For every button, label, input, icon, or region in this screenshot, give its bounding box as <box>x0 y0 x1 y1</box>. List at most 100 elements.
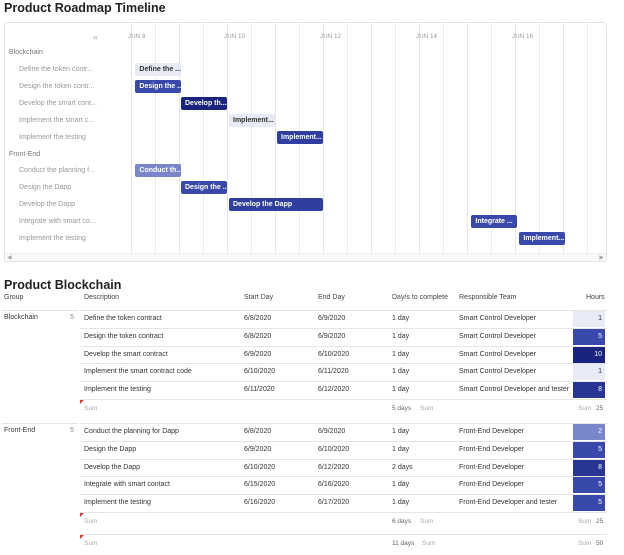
cell-team: Front-End Developer <box>459 463 524 471</box>
cell-description: Implement the testing <box>84 499 151 507</box>
timeline-row-labels: « Blockchain Define the token contr... Des… <box>5 23 131 261</box>
cell-description: Design the Dapp <box>84 445 137 453</box>
timeline-row-label[interactable]: Design the Dapp <box>19 183 123 193</box>
table-row[interactable]: Conduct the planning for Dapp 6/8/2020 6/9… <box>80 423 607 440</box>
grid-line <box>443 23 444 253</box>
cell-start-day: 6/8/2020 <box>244 315 272 322</box>
sum-hours: 25 <box>596 518 604 525</box>
table-row[interactable]: Integrate with smart contact 6/15/2020 6/1… <box>80 476 607 494</box>
timeline-group-label[interactable]: Blockchain <box>9 48 127 58</box>
timeline-row-label[interactable]: Define the token contr... <box>19 65 123 75</box>
table-title: Product Blockchain <box>4 278 122 292</box>
grid-line <box>539 23 540 253</box>
sum-flag-icon <box>80 535 84 539</box>
scroll-right-icon[interactable]: ▶ <box>599 254 604 261</box>
timeline-row-label[interactable]: Conduct the planning f... <box>19 166 123 176</box>
grid-line <box>395 23 396 253</box>
horizontal-scrollbar[interactable]: ◀ ▶ <box>5 253 606 261</box>
timeline-bar[interactable]: Implement... <box>229 113 275 127</box>
cell-team: Smart Control Developer <box>459 315 537 322</box>
timeline-row-label[interactable]: Implement the testing <box>19 234 123 244</box>
timeline-panel: « Blockchain Define the token contr... Des… <box>4 22 607 262</box>
timeline-row-label[interactable]: Integrate with smart co... <box>19 217 123 227</box>
table-row[interactable]: Design the token contract 6/8/2020 6/9/202… <box>80 327 607 345</box>
timeline-bar[interactable]: Integrate ... <box>471 215 517 228</box>
table-row[interactable]: Develop the Dapp 6/10/2020 6/12/2020 2 days… <box>80 458 607 476</box>
cell-description: Develop the smart contract <box>84 350 168 358</box>
cell-start-day: 6/8/2020 <box>244 428 272 435</box>
cell-hours: 5 <box>573 441 605 458</box>
grid-line <box>419 23 420 253</box>
table-row[interactable]: Define the token contract 6/8/2020 6/9/202… <box>80 310 607 327</box>
header-team[interactable]: Responsible Team <box>459 294 516 301</box>
cell-days: 1 day <box>392 386 410 394</box>
cell-start-day: 6/9/2020 <box>244 350 272 358</box>
timeline-bar[interactable]: Implement... <box>519 232 565 245</box>
cell-hours: 1 <box>573 311 605 327</box>
cell-hours: 5 <box>573 328 605 345</box>
table-row[interactable]: Implement the testing 6/16/2020 6/17/2020 1… <box>80 494 607 512</box>
cell-hours: 5 <box>573 495 605 512</box>
timeline-bar[interactable]: Design the ... <box>181 181 227 194</box>
collapse-icon[interactable]: « <box>93 32 98 42</box>
grid-line <box>563 23 564 253</box>
grid-line <box>227 23 228 253</box>
cell-start-day: 6/9/2020 <box>244 445 272 453</box>
timeline-row-label[interactable]: Implement the smart c... <box>19 116 123 126</box>
header-days[interactable]: Day/s to complete <box>392 294 448 301</box>
sum-label: Sum <box>578 518 592 525</box>
timeline-bar[interactable]: Implement... <box>277 130 323 144</box>
cell-days: 1 day <box>392 315 410 322</box>
cell-end-day: 6/10/2020 <box>318 445 350 453</box>
grid-line <box>347 23 348 253</box>
cell-team: Smart Control Developer and tester <box>459 386 570 394</box>
header-end-day[interactable]: End Day <box>318 294 345 301</box>
sum-label: Sum <box>420 518 434 525</box>
table-row[interactable]: Implement the smart contract code 6/10/20… <box>80 363 607 381</box>
header-group[interactable]: Group <box>4 294 23 301</box>
timeline-group-label[interactable]: Front-End <box>9 150 127 160</box>
sum-flag-icon <box>80 513 84 517</box>
timeline-bar[interactable]: Define the ... <box>135 62 181 76</box>
cell-hours: 8 <box>573 459 605 476</box>
cell-start-day: 6/8/2020 <box>244 332 272 340</box>
cell-end-day: 6/10/2020 <box>318 350 350 358</box>
cell-end-day: 6/12/2020 <box>318 463 350 471</box>
timeline-row-label[interactable]: Implement the testing <box>19 133 123 143</box>
header-hours[interactable]: Hours <box>586 294 605 301</box>
table-row[interactable]: Implement the testing 6/11/2020 6/12/2020 1… <box>80 381 607 399</box>
cell-team: Front-End Developer and tester <box>459 499 558 507</box>
timeline-row-label[interactable]: Develop the Dapp <box>19 200 123 210</box>
header-start-day[interactable]: Start Day <box>244 294 273 301</box>
table-row[interactable]: Develop the smart contract 6/9/2020 6/10/2… <box>80 345 607 363</box>
cell-end-day: 6/11/2020 <box>318 368 349 376</box>
date-label: JUN 10 <box>224 34 246 40</box>
sum-label: Sum <box>84 518 98 525</box>
grid-line <box>587 23 588 253</box>
timeline-row-label[interactable]: Design the token contr... <box>19 82 123 92</box>
cell-description: Develop the Dapp <box>84 463 141 471</box>
timeline-bar[interactable]: Develop the Dapp <box>229 198 323 211</box>
scroll-left-icon[interactable]: ◀ <box>7 254 12 261</box>
cell-hours: 8 <box>573 382 605 399</box>
cell-end-day: 6/16/2020 <box>318 481 350 489</box>
sum-flag-icon <box>80 400 84 404</box>
sum-days: 6 days <box>392 518 412 525</box>
header-description[interactable]: Description <box>84 294 119 301</box>
table-row[interactable]: Design the Dapp 6/9/2020 6/10/2020 1 day Fro… <box>80 440 607 458</box>
grid-line <box>131 23 132 253</box>
timeline-title: Product Roadmap Timeline <box>4 1 166 15</box>
cell-days: 1 day <box>392 332 410 340</box>
cell-days: 1 day <box>392 481 410 489</box>
timeline-bar[interactable]: Develop th... <box>181 96 227 110</box>
grid-line <box>323 23 324 253</box>
cell-days: 1 day <box>392 428 410 435</box>
cell-start-day: 6/15/2020 <box>244 481 276 489</box>
cell-end-day: 6/9/2020 <box>318 315 346 322</box>
timeline-bar[interactable]: Conduct th... <box>135 164 181 177</box>
timeline-bar[interactable]: Design the ... <box>135 79 181 93</box>
grid-line <box>275 23 276 253</box>
cell-team: Front-End Developer <box>459 481 524 489</box>
timeline-row-label[interactable]: Develop the smart cont... <box>19 99 123 109</box>
cell-days: 2 days <box>392 463 413 471</box>
